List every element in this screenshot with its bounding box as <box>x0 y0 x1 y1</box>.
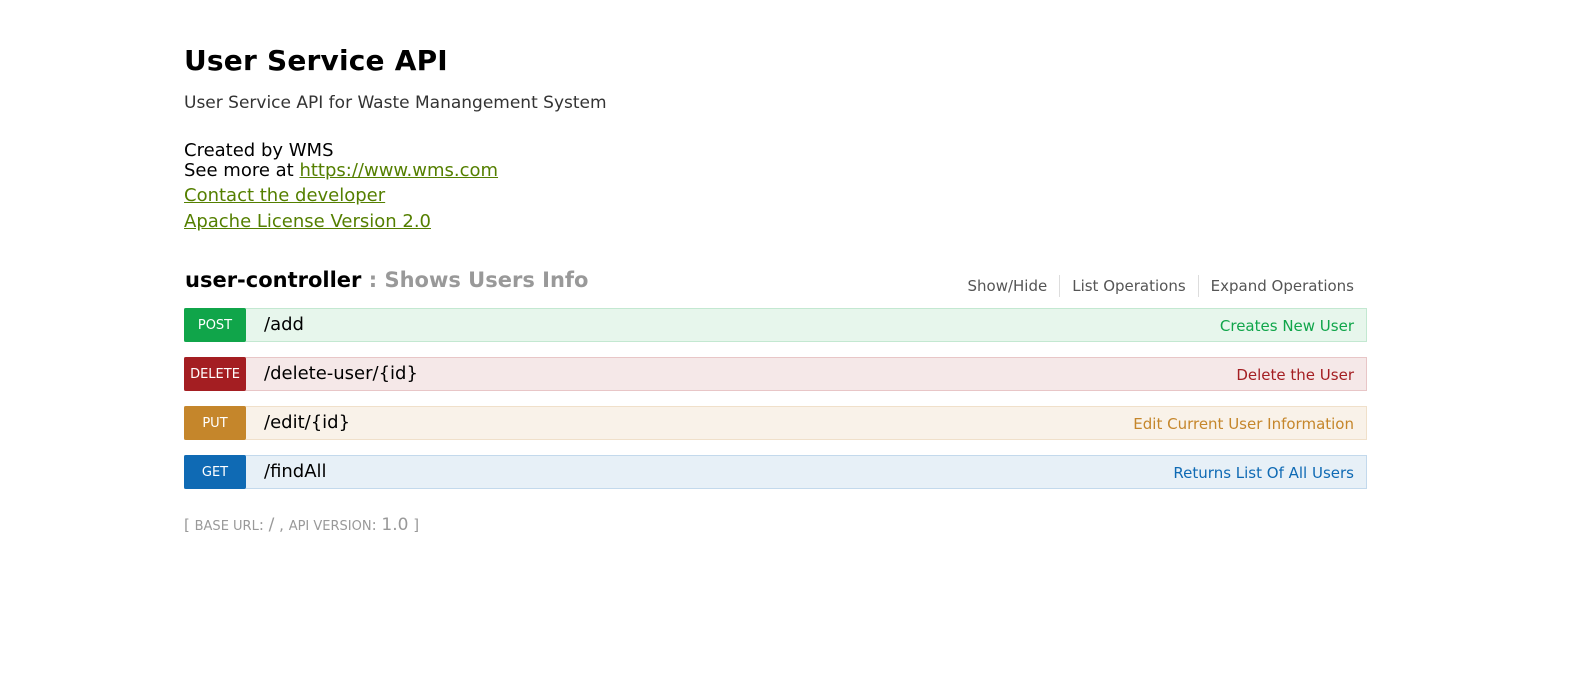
operation-summary[interactable]: Creates New User <box>1220 317 1354 335</box>
operation-path[interactable]: /delete-user/{id} <box>264 363 418 384</box>
base-url-label: BASE URL <box>194 519 259 534</box>
see-more-label: See more at <box>184 160 294 181</box>
api-version-label: API VERSION <box>288 519 372 534</box>
list-operations-link[interactable]: List Operations <box>1060 277 1197 295</box>
see-more: See more at https://www.wms.com <box>184 161 498 181</box>
operation-path[interactable]: /findAll <box>264 461 327 482</box>
operation-summary[interactable]: Edit Current User Information <box>1133 415 1354 433</box>
http-method-badge[interactable]: GET <box>184 455 246 489</box>
operations-list: POST /add Creates New User DELETE /delet… <box>184 308 1367 504</box>
api-description: User Service API for Waste Manangement S… <box>184 93 607 113</box>
resource-title: user-controller : Shows Users Info <box>185 268 588 292</box>
resource-description: Shows Users Info <box>384 268 589 292</box>
operation-summary[interactable]: Returns List Of All Users <box>1173 464 1354 482</box>
contact-developer-link[interactable]: Contact the developer <box>184 185 385 206</box>
footer-colon: : <box>371 516 382 534</box>
api-footer: [ BASE URL: / , API VERSION: 1.0 ] <box>184 515 419 535</box>
footer-close-bracket: ] <box>408 516 420 534</box>
resource-actions: Show/Hide List Operations Expand Operati… <box>955 275 1354 297</box>
page-title: User Service API <box>184 44 448 77</box>
footer-colon: : <box>258 516 269 534</box>
http-method-badge[interactable]: POST <box>184 308 246 342</box>
license-link[interactable]: Apache License Version 2.0 <box>184 211 431 232</box>
http-method-badge[interactable]: DELETE <box>184 357 246 391</box>
resource-name-link[interactable]: user-controller <box>185 268 361 292</box>
http-method-badge[interactable]: PUT <box>184 406 246 440</box>
created-by: Created by WMS <box>184 140 334 161</box>
operation-delete-user[interactable]: DELETE /delete-user/{id} Delete the User <box>184 357 1367 391</box>
operation-post-add[interactable]: POST /add Creates New User <box>184 308 1367 342</box>
show-hide-link[interactable]: Show/Hide <box>955 277 1059 295</box>
resource-header: user-controller : Shows Users Info Show/… <box>184 266 1367 298</box>
license: Apache License Version 2.0 <box>184 212 431 232</box>
operation-path[interactable]: /edit/{id} <box>264 412 350 433</box>
operation-get-findall[interactable]: GET /findAll Returns List Of All Users <box>184 455 1367 489</box>
operation-put-edit[interactable]: PUT /edit/{id} Edit Current User Informa… <box>184 406 1367 440</box>
footer-open-bracket: [ <box>184 516 195 534</box>
website-link[interactable]: https://www.wms.com <box>299 160 498 181</box>
contact: Contact the developer <box>184 186 385 206</box>
expand-operations-link[interactable]: Expand Operations <box>1199 277 1354 295</box>
api-version-value: 1.0 <box>381 515 409 535</box>
footer-comma: , <box>274 516 289 534</box>
operation-summary[interactable]: Delete the User <box>1236 366 1354 384</box>
resource-separator: : <box>361 268 385 292</box>
operation-path[interactable]: /add <box>264 314 304 335</box>
